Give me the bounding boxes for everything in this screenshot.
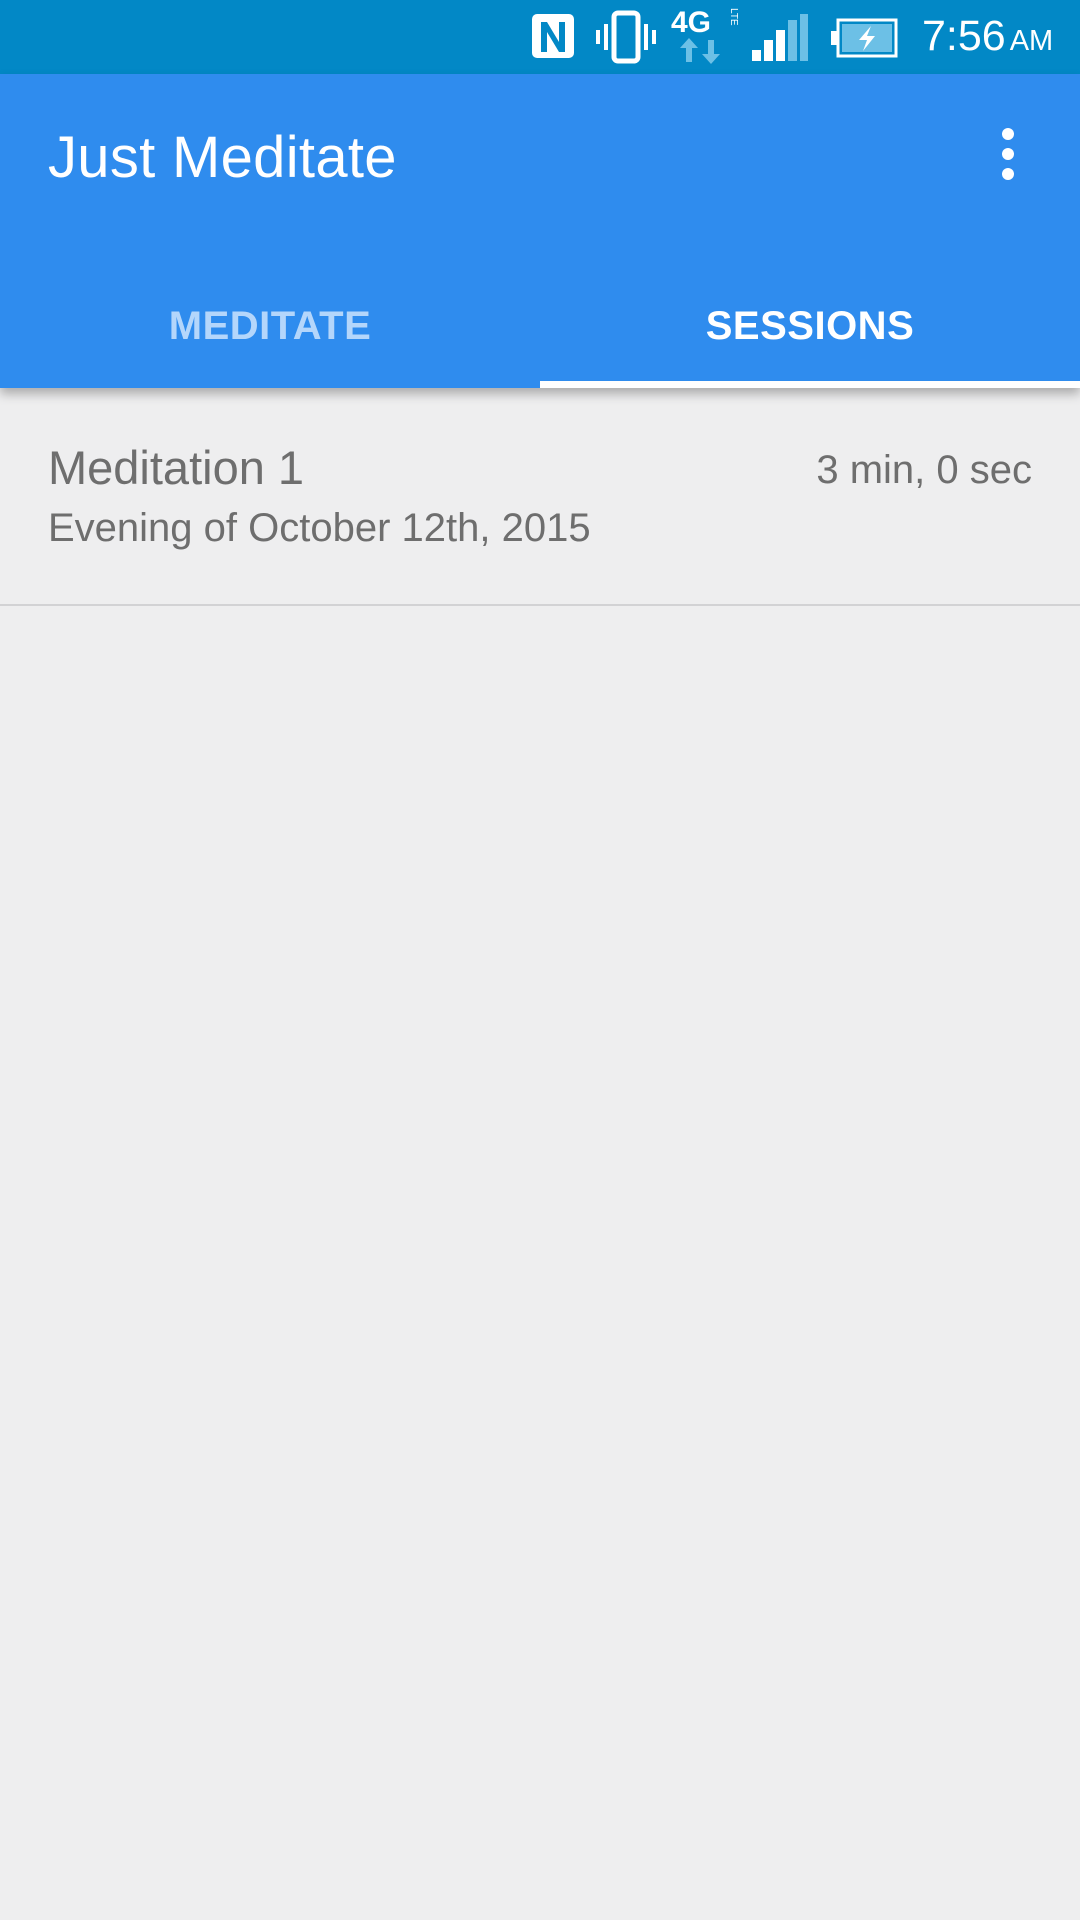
lte-data-icon: 4G LTE — [671, 6, 739, 64]
tab-selected-indicator — [540, 381, 1080, 388]
tab-sessions[interactable]: SESSIONS — [540, 264, 1080, 388]
tab-meditate[interactable]: MEDITATE — [0, 264, 540, 388]
signal-icon — [752, 14, 808, 61]
network-label: 4G — [671, 6, 711, 39]
session-title: Meditation 1 — [48, 441, 305, 494]
more-options-button[interactable] — [978, 118, 1038, 190]
battery-charging-icon — [831, 18, 898, 58]
tab-bar: MEDITATE SESSIONS — [0, 264, 1080, 388]
app-title: Just Meditate — [48, 125, 397, 190]
session-date: Evening of October 12th, 2015 — [48, 506, 591, 550]
network-sublabel: LTE — [728, 8, 739, 26]
app-bar: Just Meditate MEDITATE SESSIONS — [0, 74, 1080, 388]
list-item[interactable]: Meditation 1 Evening of October 12th, 20… — [0, 388, 1080, 606]
clock-ampm: AM — [1009, 25, 1054, 57]
session-duration: 3 min, 0 sec — [816, 448, 1032, 492]
status-bar: 4G LTE 7:56 AM — [0, 0, 1080, 74]
vibrate-icon — [596, 10, 656, 64]
tab-sessions-label: SESSIONS — [705, 303, 915, 348]
tab-meditate-label: MEDITATE — [168, 303, 372, 348]
nfc-icon — [532, 14, 574, 58]
clock-time: 7:56 — [922, 12, 1006, 60]
status-clock: 7:56 AM — [922, 12, 1053, 61]
session-list: Meditation 1 Evening of October 12th, 20… — [0, 388, 1080, 606]
